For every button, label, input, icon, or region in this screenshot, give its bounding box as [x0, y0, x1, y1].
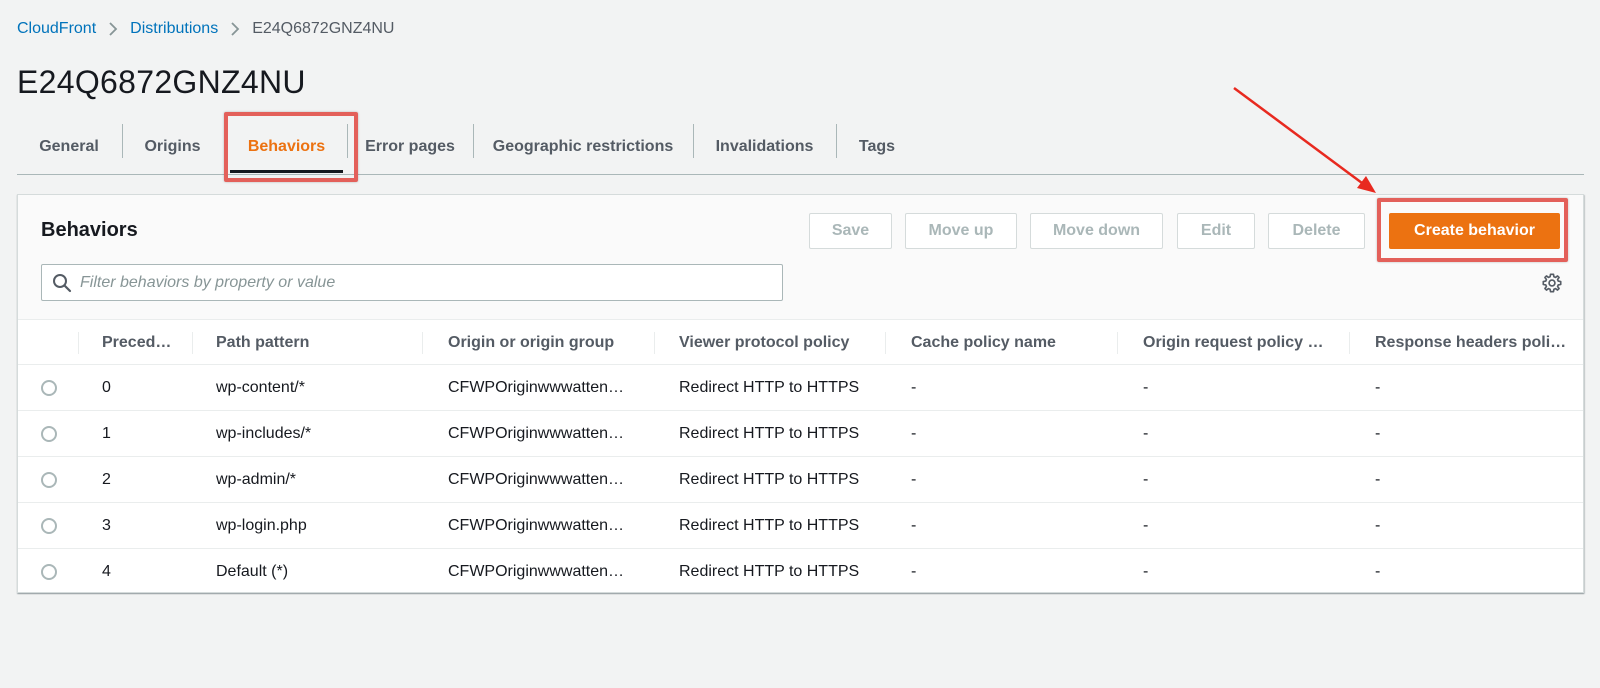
panel-header: Behaviors Save Move up Move down Edit De… [18, 195, 1583, 319]
chevron-right-icon [230, 21, 240, 37]
cell-viewer-protocol: Redirect HTTP to HTTPS [679, 470, 860, 488]
cell-origin: CFWPOriginwwwatten… [448, 378, 625, 396]
behaviors-table: Preced… Path pattern Origin or origin gr… [18, 319, 1583, 595]
row-radio[interactable] [41, 564, 57, 580]
row-radio[interactable] [41, 380, 57, 396]
cell-path-pattern: Default (*) [216, 562, 289, 580]
chevron-right-icon [108, 21, 118, 37]
table-row[interactable]: 0 wp-content/* CFWPOriginwwwatten… Redir… [18, 365, 1583, 411]
search-icon [52, 273, 72, 293]
tab-geographic-restrictions[interactable]: Geographic restrictions [474, 118, 692, 175]
cell-path-pattern: wp-admin/* [216, 470, 297, 488]
breadcrumb-distributions[interactable]: Distributions [130, 20, 218, 38]
cell-response-headers-policy: - [1375, 470, 1381, 488]
cell-origin-request-policy: - [1143, 470, 1149, 488]
column-header-precedence[interactable]: Preced… [102, 320, 192, 365]
table-row[interactable]: 3 wp-login.php CFWPOriginwwwatten… Redir… [18, 503, 1583, 549]
row-radio[interactable] [41, 426, 57, 442]
breadcrumb: CloudFront Distributions E24Q6872GNZ4NU [17, 18, 394, 40]
cell-origin-request-policy: - [1143, 516, 1149, 534]
cell-viewer-protocol: Redirect HTTP to HTTPS [679, 562, 860, 580]
cell-response-headers-policy: - [1375, 378, 1381, 396]
cell-precedence: 2 [102, 470, 111, 488]
cell-cache-policy: - [911, 470, 917, 488]
gear-icon[interactable] [1541, 272, 1563, 294]
move-down-button[interactable]: Move down [1030, 213, 1163, 249]
column-divider [422, 332, 423, 354]
row-radio[interactable] [41, 518, 57, 534]
behaviors-panel: Behaviors Save Move up Move down Edit De… [17, 194, 1584, 593]
column-header-response-headers-policy[interactable]: Response headers poli… [1375, 320, 1580, 365]
cell-path-pattern: wp-login.php [216, 516, 307, 534]
cell-response-headers-policy: - [1375, 516, 1381, 534]
tab-origins[interactable]: Origins [123, 118, 222, 175]
edit-button[interactable]: Edit [1177, 213, 1255, 249]
cell-precedence: 3 [102, 516, 111, 534]
tab-error-pages[interactable]: Error pages [348, 118, 472, 175]
column-divider [1349, 332, 1350, 354]
column-header-cache-policy[interactable]: Cache policy name [911, 320, 1116, 365]
delete-button[interactable]: Delete [1268, 213, 1365, 249]
cell-path-pattern: wp-includes/* [216, 424, 312, 442]
cell-viewer-protocol: Redirect HTTP to HTTPS [679, 424, 860, 442]
cell-origin-request-policy: - [1143, 424, 1149, 442]
cell-precedence: 0 [102, 378, 111, 396]
create-behavior-button[interactable]: Create behavior [1389, 213, 1560, 249]
cell-origin-request-policy: - [1143, 562, 1149, 580]
column-divider [192, 332, 193, 354]
cell-cache-policy: - [911, 378, 917, 396]
move-up-button[interactable]: Move up [905, 213, 1017, 249]
cell-viewer-protocol: Redirect HTTP to HTTPS [679, 378, 860, 396]
tab-general[interactable]: General [17, 118, 121, 175]
cell-origin: CFWPOriginwwwatten… [448, 516, 625, 534]
panel-title: Behaviors [41, 219, 138, 241]
tab-behaviors[interactable]: Behaviors [230, 118, 343, 175]
column-header-viewer-protocol[interactable]: Viewer protocol policy [679, 320, 884, 365]
tab-invalidations[interactable]: Invalidations [694, 118, 835, 175]
table-row[interactable]: 4 Default (*) CFWPOriginwwwatten… Redire… [18, 549, 1583, 595]
table-header: Preced… Path pattern Origin or origin gr… [18, 319, 1583, 365]
search-input[interactable] [80, 273, 760, 292]
cell-viewer-protocol: Redirect HTTP to HTTPS [679, 516, 860, 534]
cell-precedence: 1 [102, 424, 111, 442]
row-radio[interactable] [41, 472, 57, 488]
cell-precedence: 4 [102, 562, 111, 580]
column-header-path-pattern[interactable]: Path pattern [216, 320, 416, 365]
page-title: E24Q6872GNZ4NU [17, 64, 306, 100]
cell-origin-request-policy: - [1143, 378, 1149, 396]
search-field[interactable] [41, 264, 783, 301]
tab-bar: General Origins Behaviors Error pages Ge… [17, 118, 1584, 175]
column-divider [78, 332, 79, 354]
column-header-origin-request-policy[interactable]: Origin request policy … [1143, 320, 1348, 365]
cell-response-headers-policy: - [1375, 424, 1381, 442]
cell-origin: CFWPOriginwwwatten… [448, 470, 625, 488]
table-row[interactable]: 1 wp-includes/* CFWPOriginwwwatten… Redi… [18, 411, 1583, 457]
breadcrumb-cloudfront[interactable]: CloudFront [17, 20, 96, 38]
cell-origin: CFWPOriginwwwatten… [448, 424, 625, 442]
cell-path-pattern: wp-content/* [216, 378, 305, 396]
breadcrumb-current: E24Q6872GNZ4NU [252, 20, 395, 37]
column-divider [885, 332, 886, 354]
cell-cache-policy: - [911, 562, 917, 580]
table-row[interactable]: 2 wp-admin/* CFWPOriginwwwatten… Redirec… [18, 457, 1583, 503]
cell-cache-policy: - [911, 516, 917, 534]
tab-tags[interactable]: Tags [837, 118, 917, 175]
column-divider [654, 332, 655, 354]
cell-response-headers-policy: - [1375, 562, 1381, 580]
cell-cache-policy: - [911, 424, 917, 442]
cell-origin: CFWPOriginwwwatten… [448, 562, 625, 580]
column-divider [1117, 332, 1118, 354]
save-button[interactable]: Save [809, 213, 892, 249]
column-header-origin[interactable]: Origin or origin group [448, 320, 653, 365]
